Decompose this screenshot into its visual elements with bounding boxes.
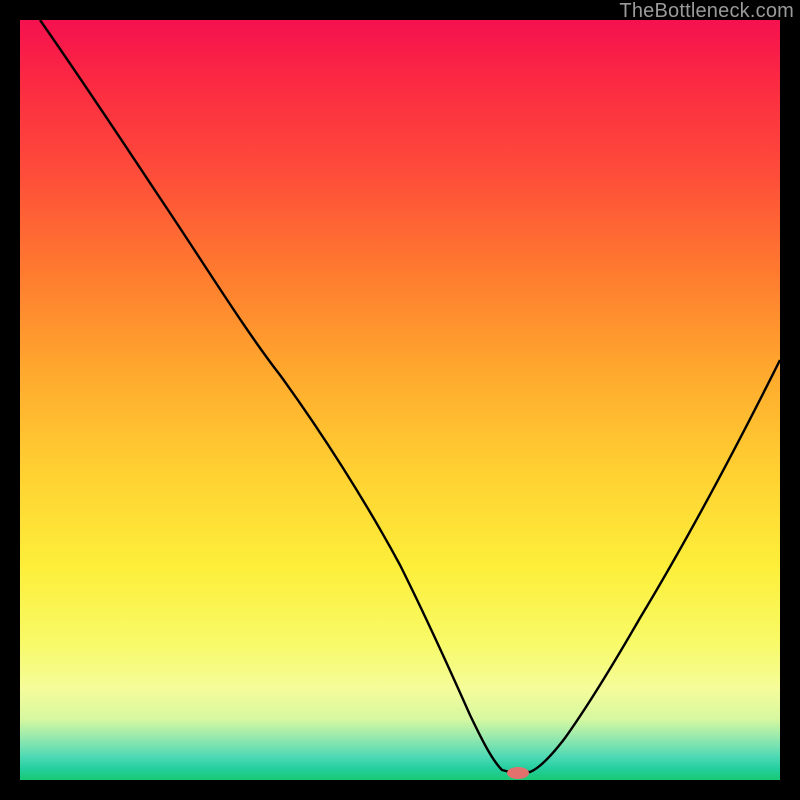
bottleneck-curve [40, 20, 780, 772]
curve-layer [20, 20, 780, 780]
chart-container: TheBottleneck.com [0, 0, 800, 800]
optimal-marker [507, 767, 529, 779]
plot-area [20, 20, 780, 780]
